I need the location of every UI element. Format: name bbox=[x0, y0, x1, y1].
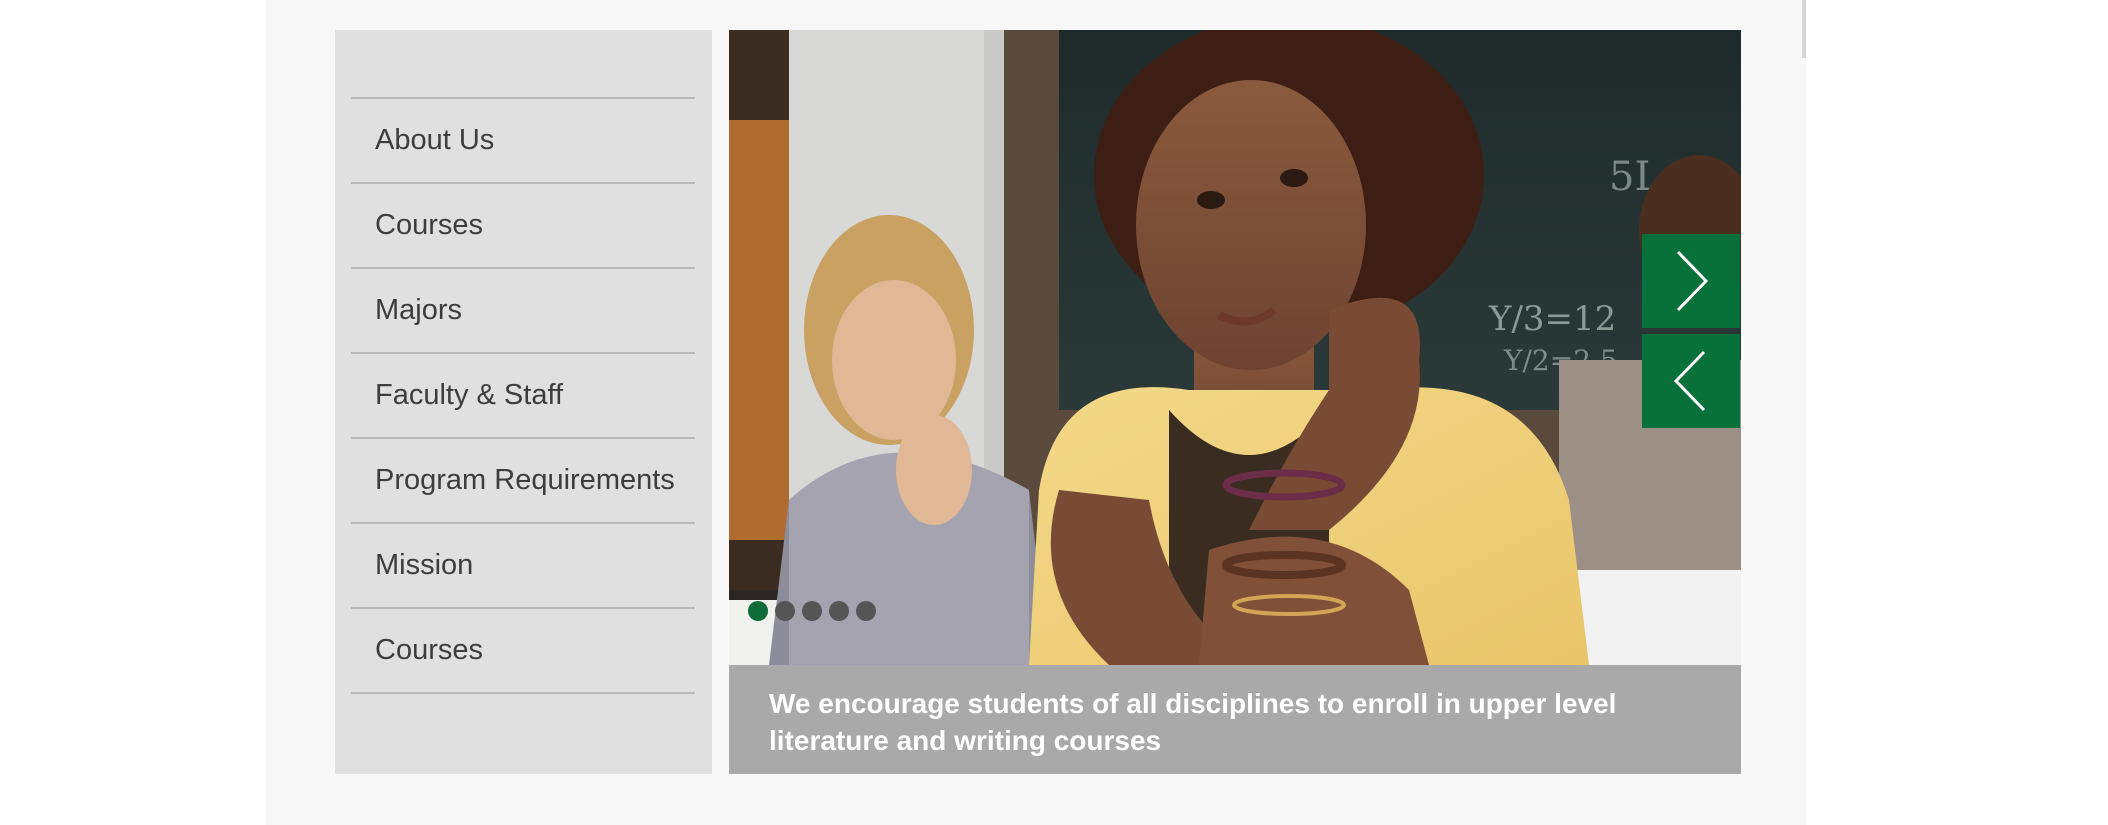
prev-slide-button[interactable] bbox=[1642, 334, 1740, 428]
sidebar-item-program-requirements[interactable]: Program Requirements bbox=[351, 439, 695, 524]
sidebar-item-label: Courses bbox=[375, 209, 483, 241]
slide-dot-5[interactable] bbox=[856, 601, 876, 621]
sidebar-item-courses-2[interactable]: Courses bbox=[351, 609, 695, 694]
sidebar-item-label: Majors bbox=[375, 294, 463, 326]
sidebar-item-label: About Us bbox=[375, 124, 495, 156]
chevron-right-icon bbox=[1676, 250, 1709, 312]
sidebar-item-courses[interactable]: Courses bbox=[351, 184, 695, 269]
sidebar-item-label: Faculty & Staff bbox=[375, 379, 564, 411]
slide-caption: We encourage students of all disciplines… bbox=[729, 665, 1741, 774]
classroom-photo-image: Y/3=12 Y/2=2.5 5La bbox=[729, 30, 1741, 665]
hero-slider: Y/3=12 Y/2=2.5 5La bbox=[729, 30, 1741, 774]
sidebar-item-faculty-staff[interactable]: Faculty & Staff bbox=[351, 354, 695, 439]
scrollbar[interactable] bbox=[1802, 0, 1806, 58]
sidebar-item-mission[interactable]: Mission bbox=[351, 524, 695, 609]
sidebar-item-about-us[interactable]: About Us bbox=[351, 99, 695, 184]
slide-dot-2[interactable] bbox=[775, 601, 795, 621]
svg-text:Y/3=12: Y/3=12 bbox=[1488, 299, 1616, 339]
slide-dot-4[interactable] bbox=[829, 601, 849, 621]
slide-photo: Y/3=12 Y/2=2.5 5La bbox=[729, 30, 1741, 665]
chevron-left-icon bbox=[1673, 350, 1706, 412]
slide-dot-3[interactable] bbox=[802, 601, 822, 621]
slide-dot-1[interactable] bbox=[748, 601, 768, 621]
slide-indicators bbox=[748, 601, 876, 621]
sidebar-item-label: Program Requirements bbox=[375, 464, 675, 496]
sidebar-item-label: Courses bbox=[375, 634, 483, 666]
sidebar-nav: About Us Courses Majors Faculty & Staff … bbox=[335, 30, 712, 774]
next-slide-button[interactable] bbox=[1642, 234, 1740, 328]
sidebar-list: About Us Courses Majors Faculty & Staff … bbox=[351, 97, 695, 694]
sidebar-item-majors[interactable]: Majors bbox=[351, 269, 695, 354]
sidebar-item-label: Mission bbox=[375, 549, 474, 581]
